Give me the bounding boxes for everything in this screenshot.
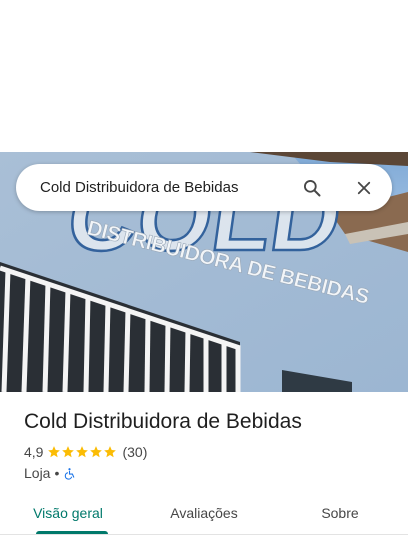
separator-dot: • <box>54 465 60 481</box>
place-page: COLD DISTRIBUIDORA DE BEBIDAS Cold Distr… <box>0 0 408 544</box>
star-icon <box>76 446 89 458</box>
place-info-panel: Cold Distribuidora de Bebidas 4,9 (30) L… <box>0 392 408 544</box>
tab-about[interactable]: Sobre <box>272 498 408 528</box>
place-tabs: Visão geral Avaliações Sobre <box>0 498 408 544</box>
place-category: Loja <box>24 465 51 481</box>
rating-value: 4,9 <box>24 444 44 460</box>
search-input[interactable]: Cold Distribuidora de Bebidas <box>40 179 292 196</box>
close-icon <box>357 181 371 194</box>
star-rating <box>47 445 117 459</box>
star-icon <box>48 446 61 458</box>
place-title: Cold Distribuidora de Bebidas <box>24 410 302 433</box>
star-icon <box>104 446 117 458</box>
tab-overview[interactable]: Visão geral <box>0 498 136 528</box>
close-button[interactable] <box>344 168 384 208</box>
review-count[interactable]: (30) <box>122 444 147 460</box>
star-icon <box>90 446 103 458</box>
category-row: Loja • <box>24 465 76 481</box>
search-bar[interactable]: Cold Distribuidora de Bebidas <box>16 164 392 211</box>
rating-row[interactable]: 4,9 (30) <box>24 444 147 460</box>
tab-reviews[interactable]: Avaliações <box>136 498 272 528</box>
tabs-divider <box>0 534 408 535</box>
star-icon <box>62 446 75 458</box>
search-button[interactable] <box>292 168 332 208</box>
map-area[interactable] <box>0 0 408 152</box>
search-icon <box>304 179 321 196</box>
wheelchair-icon[interactable] <box>63 467 76 480</box>
